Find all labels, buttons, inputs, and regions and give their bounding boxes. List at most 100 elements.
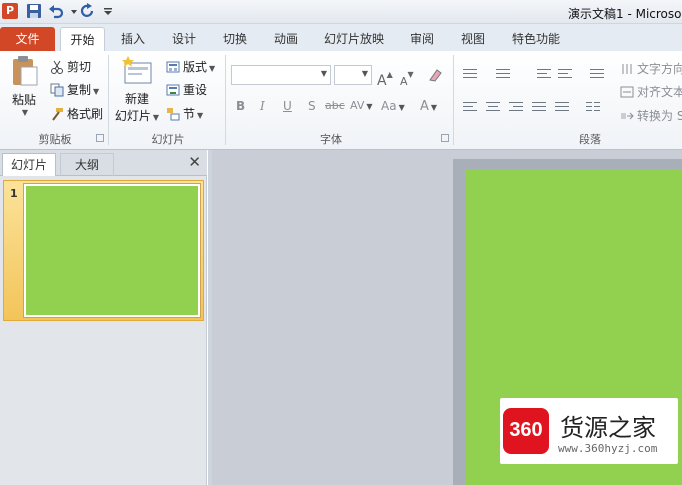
change-case-button[interactable]: Aa ▼ — [381, 99, 405, 113]
copy-icon — [50, 83, 64, 97]
bullets-icon[interactable] — [463, 68, 477, 80]
customize-toolbar-icon[interactable] — [100, 3, 112, 19]
change-case-label: Aa — [381, 99, 397, 113]
scissors-icon — [50, 60, 64, 74]
smartart-icon — [620, 109, 634, 123]
grow-font-button[interactable]: A▲ — [377, 65, 393, 89]
slides-panel: 幻灯片 大纲 ✕ 1 — [0, 150, 207, 485]
font-name-dropdown-icon: ▼ — [320, 69, 327, 78]
panel-tabs: 幻灯片 大纲 ✕ — [0, 150, 207, 176]
align-right-icon[interactable] — [509, 101, 523, 113]
tab-outline[interactable]: 大纲 — [60, 153, 114, 176]
tab-insert[interactable]: 插入 — [112, 27, 154, 51]
format-painter-label: 格式刷 — [67, 107, 104, 121]
watermark-url: www.360hyzj.com — [558, 442, 658, 455]
convert-smartart-button[interactable]: 转换为 S — [620, 106, 682, 126]
new-slide-label-line1: 新建 — [124, 92, 149, 106]
line-spacing-icon[interactable] — [590, 68, 604, 80]
text-direction-button[interactable]: 文字方向 — [620, 59, 682, 79]
font-size-dropdown-icon: ▼ — [361, 69, 368, 78]
tab-special-features[interactable]: 特色功能 — [505, 27, 567, 51]
underline-button[interactable]: U — [283, 99, 292, 113]
character-spacing-label: AV — [350, 99, 365, 112]
character-spacing-button[interactable]: AV ▼ — [350, 99, 373, 112]
tab-view[interactable]: 视图 — [451, 27, 495, 51]
decrease-indent-icon[interactable] — [537, 68, 551, 80]
clear-formatting-button[interactable] — [428, 65, 445, 85]
text-direction-icon — [620, 62, 634, 76]
layout-button[interactable]: 版式 ▼ — [166, 57, 215, 77]
layout-dropdown-icon: ▼ — [209, 64, 216, 73]
copy-button[interactable]: 复制 ▼ — [50, 80, 99, 100]
increase-indent-icon[interactable] — [558, 68, 572, 80]
layout-icon — [166, 60, 180, 74]
font-color-dropdown-icon: ▼ — [430, 103, 438, 112]
ribbon: 粘贴 ▼ 剪切 复制 ▼ 格式刷 剪贴板 新建 幻灯片 ▼ 版式 ▼ 重设 节 … — [0, 51, 682, 150]
undo-icon[interactable] — [48, 3, 64, 19]
tab-transitions[interactable]: 切换 — [214, 27, 256, 51]
align-text-icon — [620, 85, 634, 99]
paste-icon — [9, 55, 39, 87]
new-slide-button[interactable]: 新建 幻灯片 ▼ — [114, 55, 160, 124]
shadow-button[interactable]: S — [308, 99, 316, 113]
slide-thumbnail[interactable] — [23, 183, 201, 318]
watermark-logo: 360 — [503, 408, 549, 454]
font-size-select[interactable]: ▼ — [334, 65, 372, 85]
align-center-icon[interactable] — [486, 101, 500, 113]
align-text-button[interactable]: 对齐文本 — [620, 82, 682, 102]
distributed-icon[interactable] — [555, 101, 569, 113]
new-slide-icon — [122, 55, 152, 87]
format-painter-button[interactable]: 格式刷 — [50, 104, 103, 124]
bold-button[interactable]: B — [236, 99, 245, 113]
save-icon[interactable] — [26, 3, 42, 19]
ribbon-tabs: 文件 开始 插入 设计 切换 动画 幻灯片放映 审阅 视图 特色功能 — [0, 24, 682, 52]
change-case-dropdown-icon: ▼ — [398, 103, 405, 112]
slide-thumbnail-item[interactable]: 1 — [3, 180, 204, 321]
slides-group-label: 幻灯片 — [151, 133, 185, 146]
copy-label: 复制 — [67, 83, 92, 97]
font-launcher-icon[interactable] — [441, 134, 449, 142]
strikethrough-button[interactable]: abc — [325, 99, 345, 112]
italic-button[interactable]: I — [260, 99, 265, 113]
new-slide-label-line2: 幻灯片 — [114, 109, 151, 123]
font-name-select[interactable]: ▼ — [231, 65, 331, 85]
shrink-font-icon: A — [400, 75, 408, 88]
tab-slides[interactable]: 幻灯片 — [2, 153, 56, 176]
repeat-icon[interactable] — [80, 3, 96, 19]
reset-button[interactable]: 重设 — [166, 80, 207, 100]
copy-dropdown-icon: ▼ — [93, 87, 100, 96]
close-icon[interactable]: ✕ — [188, 153, 201, 171]
section-icon — [166, 107, 180, 121]
paste-button[interactable]: 粘贴 ▼ — [6, 55, 42, 117]
justify-icon[interactable] — [532, 101, 546, 113]
tab-review[interactable]: 审阅 — [400, 27, 444, 51]
tab-file[interactable]: 文件 — [0, 27, 55, 51]
clipboard-launcher-icon[interactable] — [96, 134, 104, 142]
font-color-button[interactable]: A ▼ — [420, 99, 437, 114]
font-color-label: A — [420, 99, 429, 114]
clipboard-group-label: 剪贴板 — [38, 133, 72, 146]
align-left-icon[interactable] — [463, 101, 477, 113]
undo-dropdown-icon[interactable] — [66, 3, 77, 19]
powerpoint-logo-icon[interactable]: P — [2, 3, 18, 19]
layout-label: 版式 — [183, 60, 208, 74]
text-direction-label: 文字方向 — [637, 62, 682, 76]
watermark: 360 货源之家 www.360hyzj.com — [500, 398, 678, 464]
columns-icon[interactable] — [586, 101, 600, 113]
document-title: 演示文稿1 - Microso — [568, 7, 682, 21]
align-text-label: 对齐文本 — [637, 85, 682, 99]
cut-button[interactable]: 剪切 — [50, 57, 91, 77]
tab-slideshow[interactable]: 幻灯片放映 — [318, 27, 390, 51]
tab-design[interactable]: 设计 — [163, 27, 205, 51]
group-divider — [453, 55, 454, 145]
slide-number: 1 — [10, 187, 18, 200]
section-button[interactable]: 节 ▼ — [166, 104, 203, 124]
shrink-font-button[interactable]: A▼ — [400, 65, 414, 88]
tab-home[interactable]: 开始 — [60, 27, 105, 52]
new-slide-dropdown-icon: ▼ — [152, 113, 160, 122]
tab-animations[interactable]: 动画 — [265, 27, 307, 51]
paragraph-group-label: 段落 — [579, 133, 601, 146]
numbering-icon[interactable] — [496, 68, 510, 80]
format-painter-icon — [50, 107, 64, 121]
font-group-label: 字体 — [320, 133, 342, 146]
